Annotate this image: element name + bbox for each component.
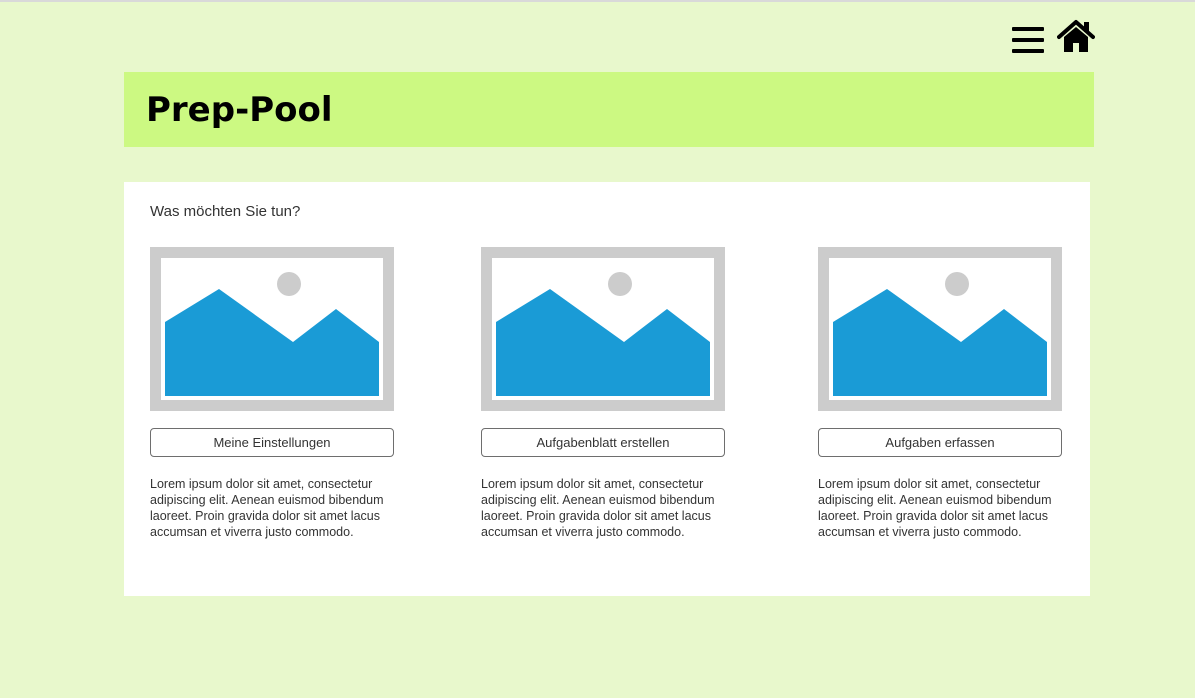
window-top-border xyxy=(0,0,1195,2)
image-placeholder-icon xyxy=(150,247,394,411)
card-description: Lorem ipsum dolor sit amet, consectetur … xyxy=(481,477,715,539)
image-placeholder-icon xyxy=(818,247,1062,411)
hamburger-menu-icon[interactable] xyxy=(1012,27,1044,53)
card-description: Lorem ipsum dolor sit amet, consectetur … xyxy=(818,477,1052,539)
aufgabenblatt-erstellen-button[interactable]: Aufgabenblatt erstellen xyxy=(481,428,725,457)
meine-einstellungen-button[interactable]: Meine Einstellungen xyxy=(150,428,394,457)
image-placeholder-icon xyxy=(481,247,725,411)
card-description: Lorem ipsum dolor sit amet, consectetur … xyxy=(150,477,384,539)
aufgaben-erfassen-button[interactable]: Aufgaben erfassen xyxy=(818,428,1062,457)
prompt-text: Was möchten Sie tun? xyxy=(150,203,301,220)
site-title: Prep-Pool xyxy=(146,90,333,130)
home-icon[interactable] xyxy=(1057,19,1095,53)
